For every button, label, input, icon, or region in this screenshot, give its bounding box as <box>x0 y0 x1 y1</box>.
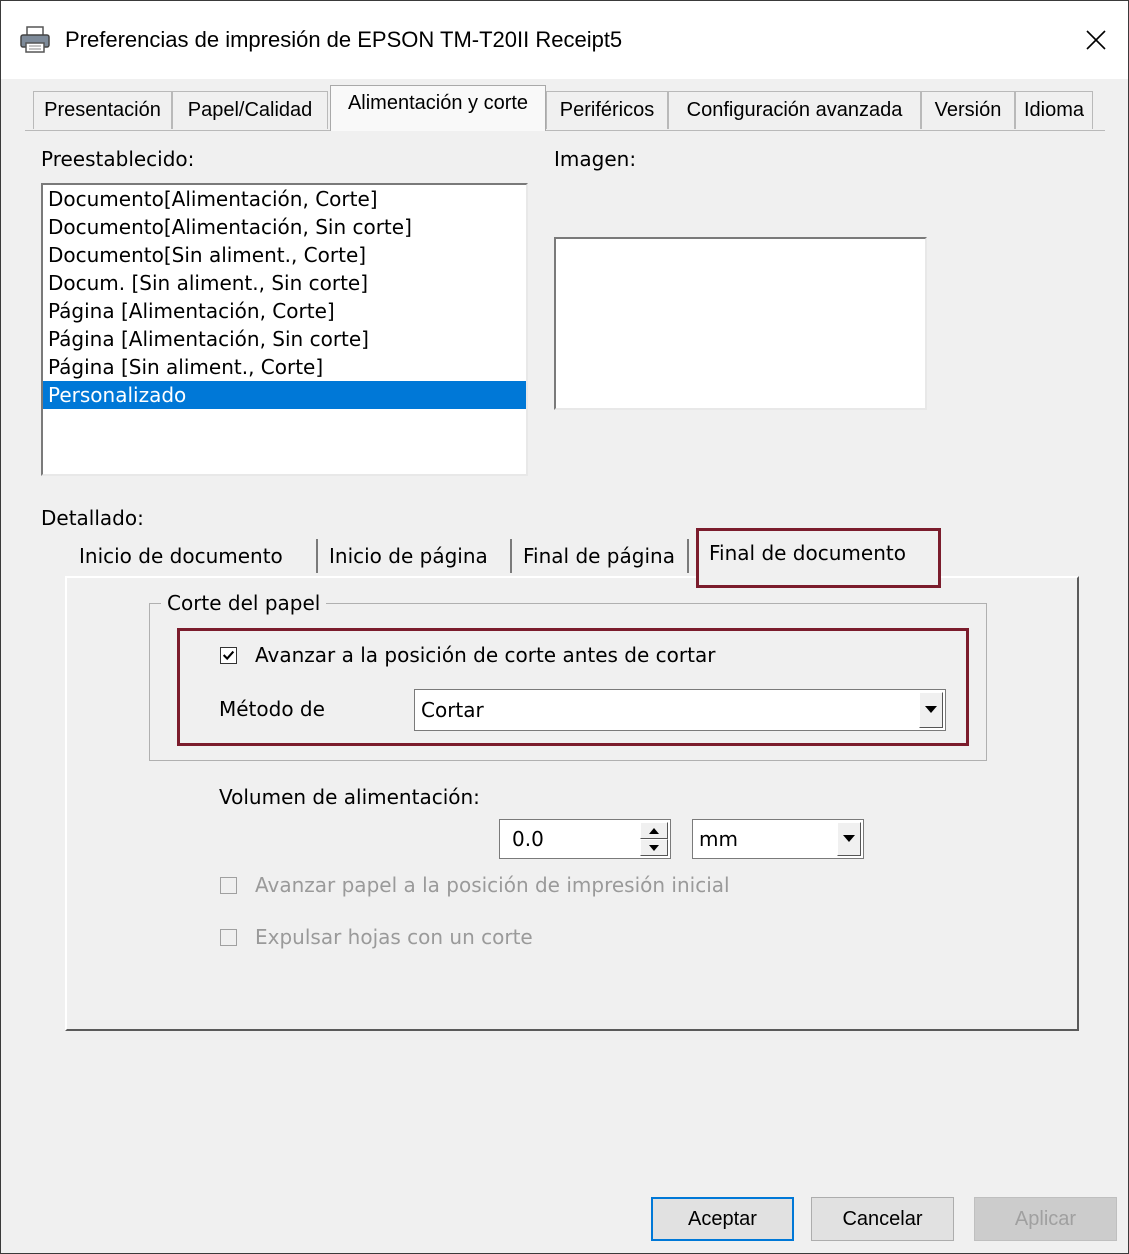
list-item[interactable]: Documento[Alimentación, Sin corte] <box>43 213 526 241</box>
close-icon <box>1086 30 1106 50</box>
list-item[interactable]: Página [Sin aliment., Corte] <box>43 353 526 381</box>
feed-volume-label: Volumen de alimentación: <box>219 785 480 809</box>
checkmark-icon <box>222 650 235 661</box>
list-item[interactable]: Página [Alimentación, Sin corte] <box>43 325 526 353</box>
advance-to-print-start-label: Avanzar papel a la posición de impresión… <box>255 873 730 897</box>
image-preview <box>554 237 927 410</box>
subtab-final-documento-label: Final de documento <box>709 541 906 565</box>
feed-volume-value: 0.0 <box>512 827 544 851</box>
subtab-inicio-documento[interactable]: Inicio de documento <box>79 534 317 578</box>
tab-perifericos[interactable]: Periféricos <box>546 91 668 129</box>
printer-icon <box>19 25 51 55</box>
feed-volume-spinner[interactable]: 0.0 <box>499 819 671 859</box>
window-title: Preferencias de impresión de EPSON TM-T2… <box>65 27 623 52</box>
eject-sheets-checkbox[interactable] <box>220 929 237 946</box>
detail-label: Detallado: <box>41 506 144 530</box>
preset-listbox[interactable]: Documento[Alimentación, Corte] Documento… <box>41 183 528 476</box>
tab-divider <box>510 539 512 573</box>
title-bar: Preferencias de impresión de EPSON TM-T2… <box>1 1 1128 79</box>
tab-alimentacion-y-corte[interactable]: Alimentación y corte <box>330 85 546 131</box>
tab-divider <box>687 539 689 573</box>
tab-version[interactable]: Versión <box>921 91 1015 129</box>
cut-method-select[interactable]: Cortar <box>414 689 946 731</box>
list-item[interactable]: Página [Alimentación, Corte] <box>43 297 526 325</box>
tab-papel-calidad[interactable]: Papel/Calidad <box>172 91 328 129</box>
paper-cut-group-label: Corte del papel <box>161 591 327 615</box>
spin-up-icon[interactable] <box>640 822 668 839</box>
subtab-inicio-pagina[interactable]: Inicio de página <box>329 534 509 578</box>
tab-configuracion-avanzada[interactable]: Configuración avanzada <box>668 91 921 129</box>
image-label: Imagen: <box>554 147 637 171</box>
advance-to-cut-checkbox[interactable] <box>220 647 237 664</box>
accept-button[interactable]: Aceptar <box>651 1197 794 1241</box>
spin-down-icon[interactable] <box>640 839 668 856</box>
feed-unit-value: mm <box>699 827 738 851</box>
cut-method-label: Método de <box>219 697 325 721</box>
printing-preferences-dialog: Preferencias de impresión de EPSON TM-T2… <box>0 0 1129 1254</box>
apply-button[interactable]: Aplicar <box>974 1197 1117 1241</box>
subtab-final-documento[interactable]: Final de documento <box>696 528 941 588</box>
list-item-selected[interactable]: Personalizado <box>43 381 526 409</box>
tab-presentacion[interactable]: Presentación <box>33 91 172 129</box>
tab-divider <box>316 539 318 573</box>
cancel-button[interactable]: Cancelar <box>811 1197 954 1241</box>
dropdown-arrow-icon <box>919 692 943 728</box>
cut-method-value: Cortar <box>421 698 484 722</box>
advance-to-cut-label: Avanzar a la posición de corte antes de … <box>255 643 716 667</box>
list-item[interactable]: Docum. [Sin aliment., Sin corte] <box>43 269 526 297</box>
eject-sheets-label: Expulsar hojas con un corte <box>255 925 533 949</box>
advance-to-print-start-checkbox[interactable] <box>220 877 237 894</box>
dropdown-arrow-icon <box>837 822 861 856</box>
feed-unit-select[interactable]: mm <box>692 819 864 859</box>
list-item[interactable]: Documento[Sin aliment., Corte] <box>43 241 526 269</box>
tab-idioma[interactable]: Idioma <box>1015 91 1093 129</box>
list-item[interactable]: Documento[Alimentación, Corte] <box>43 185 526 213</box>
preset-label: Preestablecido: <box>41 147 195 171</box>
close-button[interactable] <box>1064 1 1128 79</box>
subtab-final-pagina[interactable]: Final de página <box>523 534 693 578</box>
